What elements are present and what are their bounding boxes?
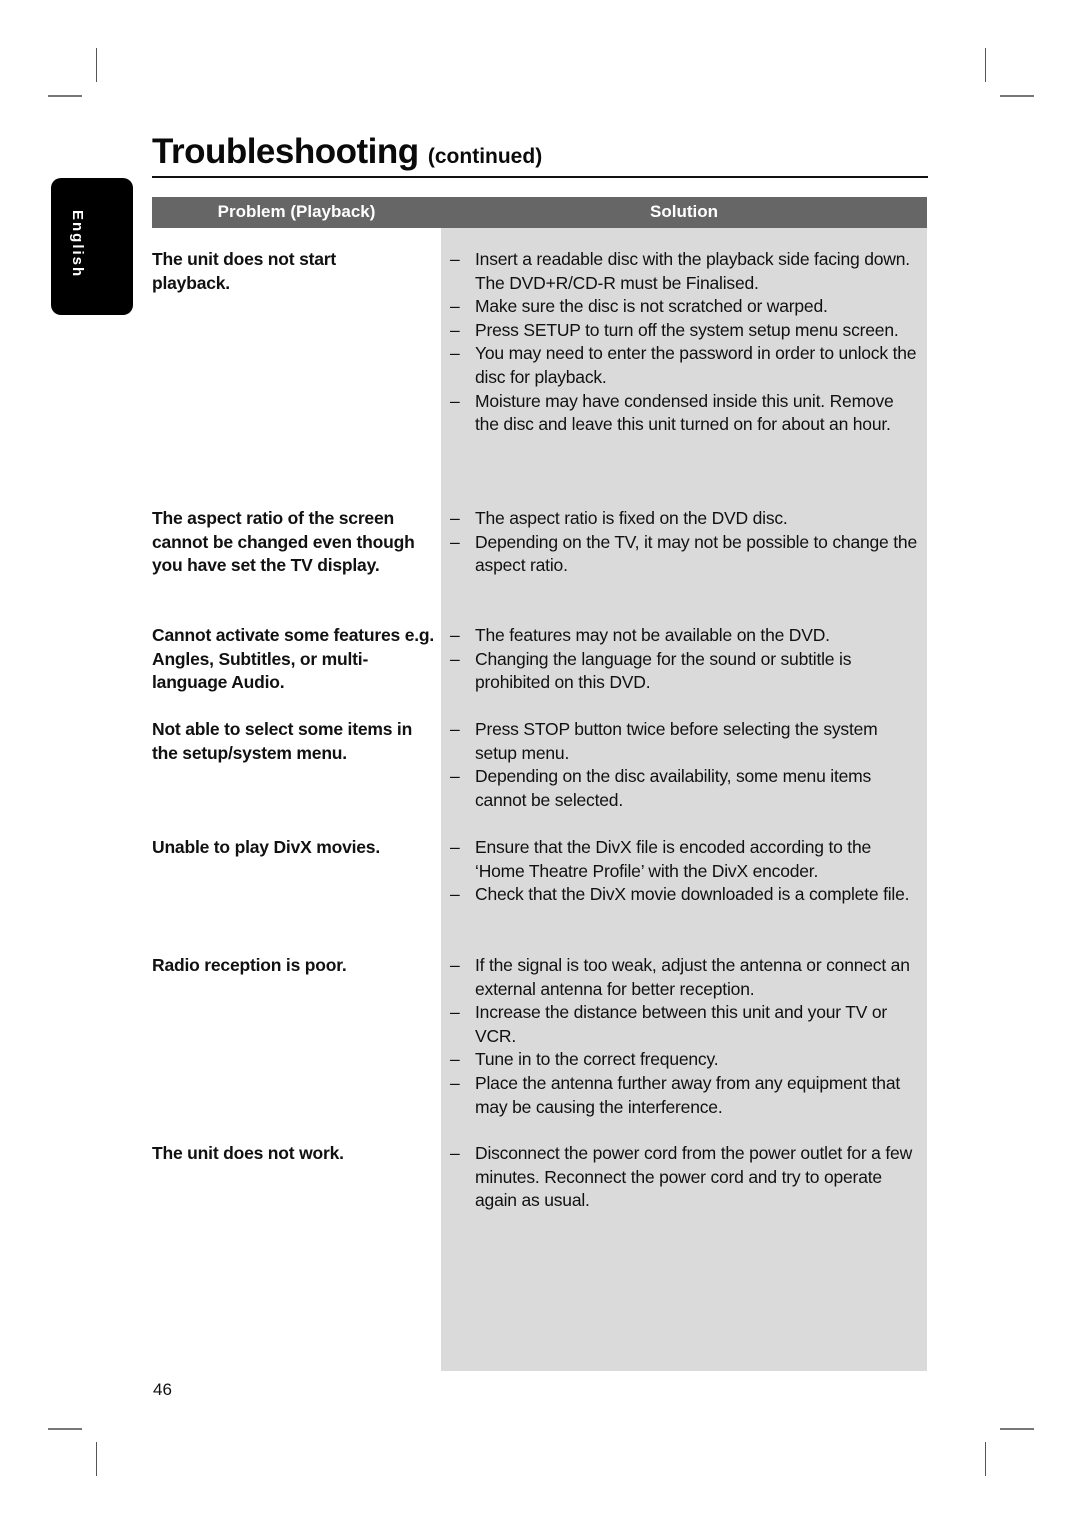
solution-item: Increase the distance between this unit … bbox=[450, 1001, 920, 1048]
crop-mark bbox=[1000, 95, 1034, 97]
solution-item: Place the antenna further away from any … bbox=[450, 1072, 920, 1119]
solution-item: Depending on the disc availability, some… bbox=[450, 765, 920, 812]
solution-item: You may need to enter the password in or… bbox=[450, 342, 920, 389]
problem-text: Radio reception is poor. bbox=[152, 955, 347, 975]
page-title-suffix: (continued) bbox=[427, 145, 543, 168]
header-solution: Solution bbox=[650, 202, 718, 221]
crop-mark bbox=[985, 1442, 986, 1476]
title-rule bbox=[152, 176, 928, 178]
problem-text: Not able to select some items in the set… bbox=[152, 719, 413, 763]
problem-text: The aspect ratio of the screen cannot be… bbox=[152, 508, 415, 576]
problem-text: Cannot activate some features e.g. Angle… bbox=[152, 625, 435, 693]
solution-item: Moisture may have condensed inside this … bbox=[450, 390, 920, 437]
language-tab: English bbox=[51, 178, 133, 315]
solution-item: Depending on the TV, it may not be possi… bbox=[450, 531, 920, 578]
solution-item: Press SETUP to turn off the system setup… bbox=[450, 319, 920, 343]
solution-item: The aspect ratio is fixed on the DVD dis… bbox=[450, 507, 920, 531]
solution-item: Press STOP button twice before selecting… bbox=[450, 718, 920, 765]
solution-item: Make sure the disc is not scratched or w… bbox=[450, 295, 920, 319]
solution-list: If the signal is too weak, adjust the an… bbox=[450, 954, 920, 1119]
solution-item: The features may not be available on the… bbox=[450, 624, 920, 648]
table-header: Problem (Playback) Solution bbox=[152, 197, 927, 228]
solution-list: Disconnect the power cord from the power… bbox=[450, 1142, 920, 1213]
crop-mark bbox=[96, 1442, 97, 1476]
solution-item: If the signal is too weak, adjust the an… bbox=[450, 954, 920, 1001]
solution-item: Check that the DivX movie downloaded is … bbox=[450, 883, 920, 907]
page-number: 46 bbox=[153, 1380, 172, 1399]
solution-list: Ensure that the DivX file is encoded acc… bbox=[450, 836, 920, 907]
page-title: Troubleshooting (continued) bbox=[152, 132, 542, 172]
solution-item: Disconnect the power cord from the power… bbox=[450, 1142, 920, 1213]
crop-mark bbox=[96, 48, 97, 82]
problem-text: The unit does not start playback. bbox=[152, 249, 337, 293]
solution-item: Tune in to the correct frequency. bbox=[450, 1048, 920, 1072]
problem-text: Unable to play DivX movies. bbox=[152, 837, 381, 857]
solution-list: Insert a readable disc with the playback… bbox=[450, 248, 920, 437]
crop-mark bbox=[48, 95, 82, 97]
solution-list: The features may not be available on the… bbox=[450, 624, 920, 695]
solution-item: Insert a readable disc with the playback… bbox=[450, 248, 920, 295]
crop-mark bbox=[985, 48, 986, 82]
solution-list: Press STOP button twice before selecting… bbox=[450, 718, 920, 812]
problem-text: The unit does not work. bbox=[152, 1143, 344, 1163]
language-tab-label: English bbox=[69, 210, 86, 279]
crop-mark bbox=[1000, 1428, 1034, 1430]
page-title-text: Troubleshooting bbox=[152, 132, 419, 171]
solution-item: Changing the language for the sound or s… bbox=[450, 648, 920, 695]
solution-item: Ensure that the DivX file is encoded acc… bbox=[450, 836, 920, 883]
solution-list: The aspect ratio is fixed on the DVD dis… bbox=[450, 507, 920, 578]
header-problem: Problem (Playback) bbox=[217, 202, 376, 221]
crop-mark bbox=[48, 1428, 82, 1430]
